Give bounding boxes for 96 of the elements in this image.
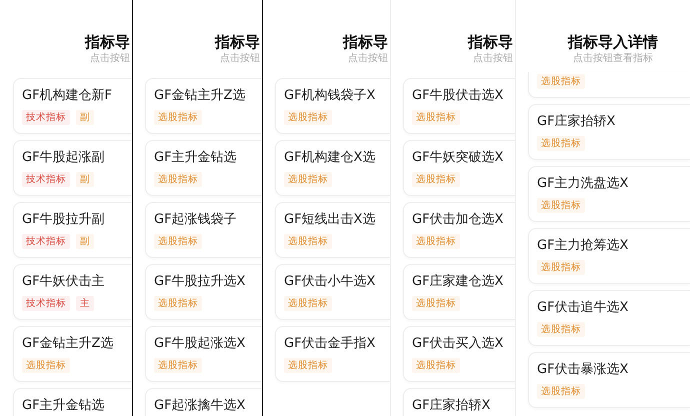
indicator-name: GF伏击买入选X bbox=[412, 335, 504, 353]
tag: 选股指标 bbox=[284, 234, 332, 249]
indicator-card[interactable]: GF机构建仓X选 选股指标 bbox=[275, 140, 390, 196]
tag: 选股指标 bbox=[537, 198, 585, 213]
indicator-card[interactable]: GF伏击加仓选X 选股指标 bbox=[403, 202, 515, 258]
indicator-name: GF庄家抬轿X bbox=[412, 397, 492, 415]
indicator-card[interactable]: GF起涨擒牛选X bbox=[145, 388, 262, 416]
indicator-name: GF主力抢筹选X bbox=[537, 237, 630, 255]
tag: 选股指标 bbox=[537, 260, 585, 275]
page-subtitle: 点击按钮 bbox=[348, 52, 388, 66]
indicator-name: GF主升金钻选 bbox=[22, 397, 106, 415]
page-subtitle: 点击按钮查看指标 bbox=[573, 52, 653, 66]
indicator-card[interactable]: GF起涨钱袋子 选股指标 bbox=[145, 202, 262, 258]
tag: 选股指标 bbox=[537, 74, 585, 89]
tag: 选股指标 bbox=[154, 172, 202, 187]
tag: 选股指标 bbox=[284, 296, 332, 311]
indicator-name: GF牛股伏击选X bbox=[412, 87, 504, 105]
tag: 副 bbox=[76, 110, 94, 125]
indicator-card[interactable]: GF庄家抬轿X 选股指标 bbox=[528, 104, 690, 160]
indicator-name: GF牛股起涨选X bbox=[154, 335, 246, 353]
indicator-name: GF伏击追牛选X bbox=[537, 299, 630, 317]
indicator-name: GF短线出击X选 bbox=[284, 211, 376, 229]
indicator-card[interactable]: GF伏击小牛选X 选股指标 bbox=[275, 264, 390, 320]
tag: 选股指标 bbox=[412, 358, 460, 373]
indicator-card[interactable]: GF伏击金手指X 选股指标 bbox=[275, 326, 390, 382]
indicator-name: GF金钻主升Z选 bbox=[22, 335, 114, 353]
indicator-name: GF起涨擒牛选X bbox=[154, 397, 246, 415]
indicator-card[interactable]: GF庄家抬轿X bbox=[403, 388, 515, 416]
indicator-card[interactable]: GF牛股起涨选X 选股指标 bbox=[145, 326, 262, 382]
tag: 技术指标 bbox=[22, 296, 70, 311]
indicator-name: GF庄家建仓选X bbox=[412, 273, 504, 291]
indicator-name: GF主力洗盘选X bbox=[537, 175, 630, 193]
page-title: 指标导 bbox=[343, 32, 388, 52]
indicator-name: GF起涨钱袋子 bbox=[154, 211, 238, 229]
page-subtitle: 点击按钮 bbox=[473, 52, 513, 66]
indicator-card[interactable]: GF机构钱袋子X 选股指标 bbox=[275, 78, 390, 134]
tag: 技术指标 bbox=[22, 234, 70, 249]
indicator-card[interactable]: GF牛股拉升副 技术指标 副 bbox=[13, 202, 132, 258]
indicator-card[interactable]: GF牛妖伏击主 技术指标 主 bbox=[13, 264, 132, 320]
tag: 副 bbox=[76, 172, 94, 187]
tag: 选股指标 bbox=[154, 358, 202, 373]
tag: 技术指标 bbox=[22, 110, 70, 125]
indicator-card[interactable]: GF牛股伏击选X 选股指标 bbox=[403, 78, 515, 134]
tag: 选股指标 bbox=[412, 234, 460, 249]
tag: 选股指标 bbox=[284, 172, 332, 187]
indicator-card[interactable]: GF金钻主升Z选 选股指标 bbox=[13, 326, 132, 382]
tag: 选股指标 bbox=[284, 110, 332, 125]
page-subtitle: 点击按钮 bbox=[220, 52, 260, 66]
indicator-name: GF伏击小牛选X bbox=[284, 273, 376, 291]
indicator-name: GF牛妖突破选X bbox=[412, 149, 504, 167]
page-subtitle: 点击按钮 bbox=[90, 52, 130, 66]
tag: 选股指标 bbox=[154, 110, 202, 125]
indicator-card[interactable]: GF短线出击X选 选股指标 bbox=[275, 202, 390, 258]
indicator-card[interactable]: GF主力洗盘选X 选股指标 bbox=[528, 166, 690, 222]
indicator-name: GF机构建仓X选 bbox=[284, 149, 376, 167]
tag: 选股指标 bbox=[537, 136, 585, 151]
indicator-name: GF庄家抬轿X bbox=[537, 113, 616, 131]
indicator-card[interactable]: GF金钻主升Z选 选股指标 bbox=[145, 78, 262, 134]
indicator-card[interactable]: GF牛妖突破选X 选股指标 bbox=[403, 140, 515, 196]
page-title: 指标导 bbox=[215, 32, 260, 52]
indicator-name: GF机构钱袋子X bbox=[284, 87, 376, 105]
tag: 选股指标 bbox=[22, 358, 70, 373]
indicator-card[interactable]: GF伏击暴涨选X 选股指标 bbox=[528, 352, 690, 408]
indicator-name: GF牛股拉升副 bbox=[22, 211, 106, 229]
indicator-name: GF伏击金手指X bbox=[284, 335, 376, 353]
indicator-name: GF机构建仓新F bbox=[22, 87, 114, 105]
indicator-card[interactable]: GF主力抢筹选X 选股指标 bbox=[528, 228, 690, 284]
indicator-card[interactable]: GF伏击买入选X 选股指标 bbox=[403, 326, 515, 382]
tag: 技术指标 bbox=[22, 172, 70, 187]
indicator-card[interactable]: GF庄家建仓选X 选股指标 bbox=[403, 264, 515, 320]
tag: 选股指标 bbox=[412, 296, 460, 311]
indicator-name: GF伏击加仓选X bbox=[412, 211, 504, 229]
tag: 选股指标 bbox=[284, 358, 332, 373]
indicator-name: GF金钻主升Z选 bbox=[154, 87, 246, 105]
tag: 选股指标 bbox=[412, 172, 460, 187]
indicator-card[interactable]: GF主升金钻选 选股指标 bbox=[145, 140, 262, 196]
tag: 副 bbox=[76, 234, 94, 249]
indicator-name: GF主升金钻选 bbox=[154, 149, 238, 167]
indicator-name: GF牛妖伏击主 bbox=[22, 273, 106, 291]
indicator-name: GF牛股起涨副 bbox=[22, 149, 106, 167]
tag: 选股指标 bbox=[412, 110, 460, 125]
tag: 选股指标 bbox=[537, 384, 585, 399]
tag: 选股指标 bbox=[537, 322, 585, 337]
tag: 选股指标 bbox=[154, 296, 202, 311]
page-title: 指标导入详情 bbox=[568, 32, 658, 52]
indicator-name: GF牛股拉升选X bbox=[154, 273, 246, 291]
page-title: 指标导 bbox=[85, 32, 130, 52]
indicator-card[interactable]: GF主升金钻选 bbox=[13, 388, 132, 416]
indicator-card[interactable]: GF牛股起涨副 技术指标 副 bbox=[13, 140, 132, 196]
indicator-card[interactable]: GF伏击追牛选X 选股指标 bbox=[528, 290, 690, 346]
page-title: 指标导 bbox=[468, 32, 513, 52]
indicator-name: GF伏击暴涨选X bbox=[537, 361, 630, 379]
indicator-card[interactable]: GF牛股拉升选X 选股指标 bbox=[145, 264, 262, 320]
tag: 主 bbox=[76, 296, 94, 311]
indicator-card[interactable]: GF机构建仓新F 技术指标 副 bbox=[13, 78, 132, 134]
tag: 选股指标 bbox=[154, 234, 202, 249]
